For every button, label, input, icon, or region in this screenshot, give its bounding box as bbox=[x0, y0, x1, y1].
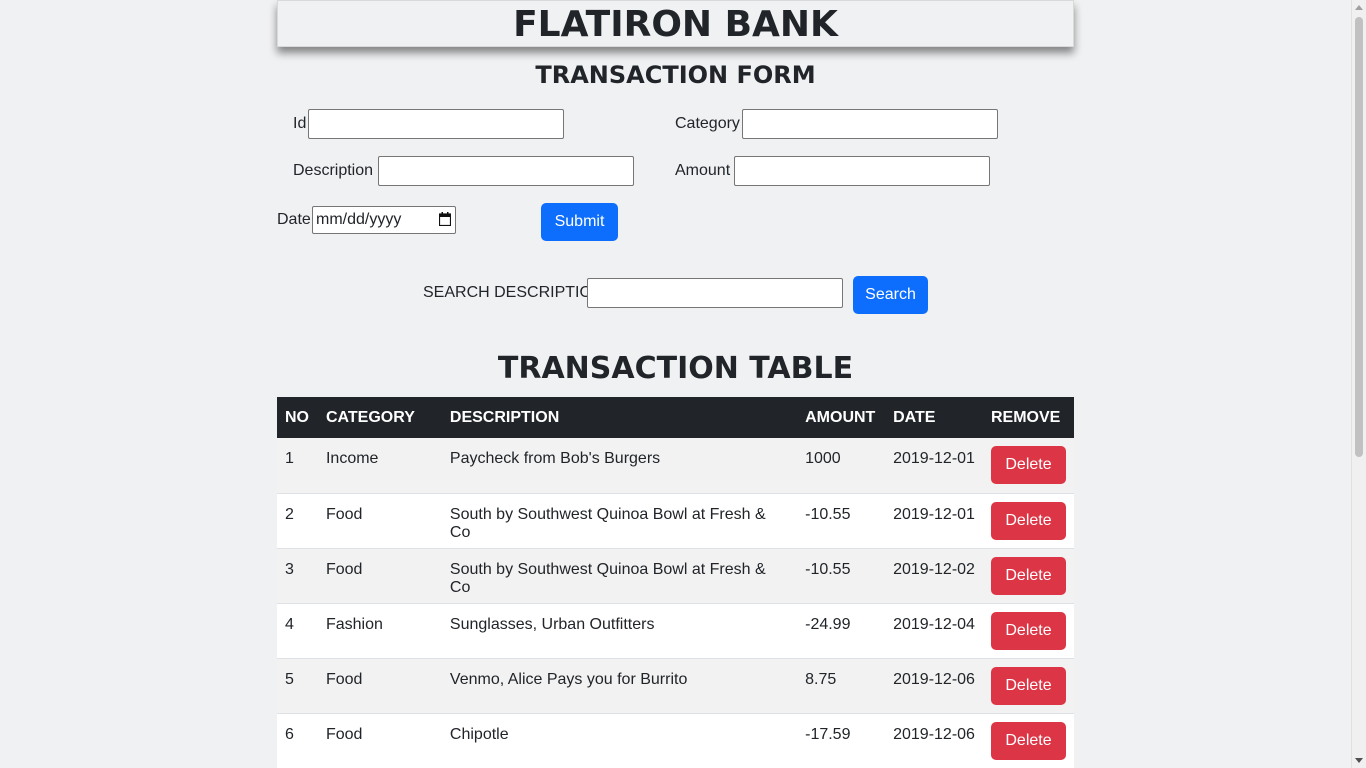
scroll-up-arrow-icon[interactable] bbox=[1355, 5, 1363, 10]
cell-amount: -17.59 bbox=[797, 713, 886, 768]
app-header: FLATIRON BANK bbox=[277, 0, 1074, 47]
cell-no: 6 bbox=[277, 713, 318, 768]
cell-remove: Delete bbox=[983, 548, 1074, 604]
search-button[interactable]: Search bbox=[853, 276, 928, 314]
column-header-amount: AMOUNT bbox=[805, 408, 876, 426]
cell-remove: Delete bbox=[983, 493, 1074, 549]
cell-no: 1 bbox=[277, 438, 318, 494]
column-header-category: CATEGORY bbox=[325, 408, 415, 426]
cell-amount: 1000 bbox=[797, 438, 886, 494]
delete-button[interactable]: Delete bbox=[991, 611, 1066, 650]
category-field[interactable] bbox=[742, 109, 998, 139]
cell-date: 2019-12-02 bbox=[885, 548, 983, 604]
description-field[interactable] bbox=[378, 156, 634, 186]
cell-date: 2019-12-06 bbox=[885, 713, 983, 768]
cell-no: 5 bbox=[277, 658, 318, 714]
table-header-row: NO CATEGORY DESCRIPTION AMOUNT DATE REMO… bbox=[277, 397, 1074, 438]
description-label: Description bbox=[293, 162, 374, 179]
search-label: SEARCH DESCRIPTION bbox=[423, 284, 604, 301]
date-placeholder: mm/dd/yyyy bbox=[316, 211, 402, 228]
cell-category: Food bbox=[317, 658, 442, 714]
id-label: Id bbox=[293, 115, 307, 132]
cell-amount: -24.99 bbox=[797, 603, 886, 659]
cell-date: 2019-12-06 bbox=[885, 658, 983, 714]
column-header-no: NO bbox=[285, 408, 309, 426]
table-row: 1 Income Paycheck from Bob's Burgers 100… bbox=[277, 438, 1074, 494]
cell-description: Paycheck from Bob's Burgers bbox=[441, 438, 798, 494]
page-scrollbar[interactable] bbox=[1351, 0, 1366, 768]
column-header-description: DESCRIPTION bbox=[449, 408, 560, 426]
cell-category: Food bbox=[317, 493, 442, 549]
scroll-down-arrow-icon[interactable] bbox=[1355, 758, 1363, 763]
cell-category: Income bbox=[317, 438, 442, 494]
table-body: 1 Income Paycheck from Bob's Burgers 100… bbox=[277, 438, 1074, 768]
page: FLATIRON BANK TRANSACTION FORM Id Catego… bbox=[0, 0, 1366, 768]
cell-no: 4 bbox=[277, 603, 318, 659]
delete-button[interactable]: Delete bbox=[991, 446, 1066, 484]
column-header-remove: REMOVE bbox=[991, 408, 1061, 426]
table-row: 3 Food South by Southwest Quinoa Bowl at… bbox=[277, 548, 1074, 604]
cell-date: 2019-12-01 bbox=[885, 493, 983, 549]
cell-amount: 8.75 bbox=[797, 658, 886, 714]
amount-label: Amount bbox=[675, 162, 731, 179]
calendar-icon[interactable] bbox=[439, 212, 451, 226]
submit-button[interactable]: Submit bbox=[541, 203, 618, 241]
cell-description: South by Southwest Quinoa Bowl at Fresh … bbox=[441, 548, 798, 604]
cell-remove: Delete bbox=[983, 603, 1074, 659]
table-row: 5 Food Venmo, Alice Pays you for Burrito… bbox=[277, 658, 1074, 714]
cell-remove: Delete bbox=[983, 658, 1074, 714]
delete-button[interactable]: Delete bbox=[991, 501, 1066, 540]
form-title: TRANSACTION FORM bbox=[535, 61, 816, 89]
date-field[interactable]: mm/dd/yyyy bbox=[312, 206, 456, 234]
cell-description: Sunglasses, Urban Outfitters bbox=[441, 603, 798, 659]
delete-button[interactable]: Delete bbox=[991, 556, 1066, 595]
cell-remove: Delete bbox=[983, 438, 1074, 494]
transaction-table: NO CATEGORY DESCRIPTION AMOUNT DATE REMO… bbox=[277, 397, 1074, 768]
cell-category: Food bbox=[317, 713, 442, 768]
table-row: 4 Fashion Sunglasses, Urban Outfitters -… bbox=[277, 603, 1074, 659]
scrollbar-thumb[interactable] bbox=[1355, 17, 1363, 457]
cell-date: 2019-12-01 bbox=[885, 438, 983, 494]
delete-button[interactable]: Delete bbox=[991, 666, 1066, 705]
date-label: Date bbox=[277, 211, 311, 228]
bank-title: FLATIRON BANK bbox=[513, 4, 838, 45]
id-field[interactable] bbox=[308, 109, 564, 139]
amount-field[interactable] bbox=[734, 156, 990, 186]
cell-description: Venmo, Alice Pays you for Burrito bbox=[441, 658, 798, 714]
cell-amount: -10.55 bbox=[797, 548, 886, 604]
search-input[interactable] bbox=[587, 278, 843, 308]
cell-remove: Delete bbox=[983, 713, 1074, 768]
cell-date: 2019-12-04 bbox=[885, 603, 983, 659]
delete-button[interactable]: Delete bbox=[991, 721, 1066, 760]
cell-category: Fashion bbox=[317, 603, 442, 659]
table-row: 6 Food Chipotle -17.59 2019-12-06 Delete bbox=[277, 713, 1074, 768]
cell-no: 3 bbox=[277, 548, 318, 604]
table-header: NO CATEGORY DESCRIPTION AMOUNT DATE REMO… bbox=[277, 397, 1074, 438]
cell-amount: -10.55 bbox=[797, 493, 886, 549]
cell-description: South by Southwest Quinoa Bowl at Fresh … bbox=[441, 493, 798, 549]
table-row: 2 Food South by Southwest Quinoa Bowl at… bbox=[277, 493, 1074, 549]
cell-description: Chipotle bbox=[441, 713, 798, 768]
column-header-date: DATE bbox=[893, 408, 936, 426]
cell-category: Food bbox=[317, 548, 442, 604]
cell-no: 2 bbox=[277, 493, 318, 549]
category-label: Category bbox=[675, 115, 740, 132]
table-title: TRANSACTION TABLE bbox=[497, 351, 854, 386]
